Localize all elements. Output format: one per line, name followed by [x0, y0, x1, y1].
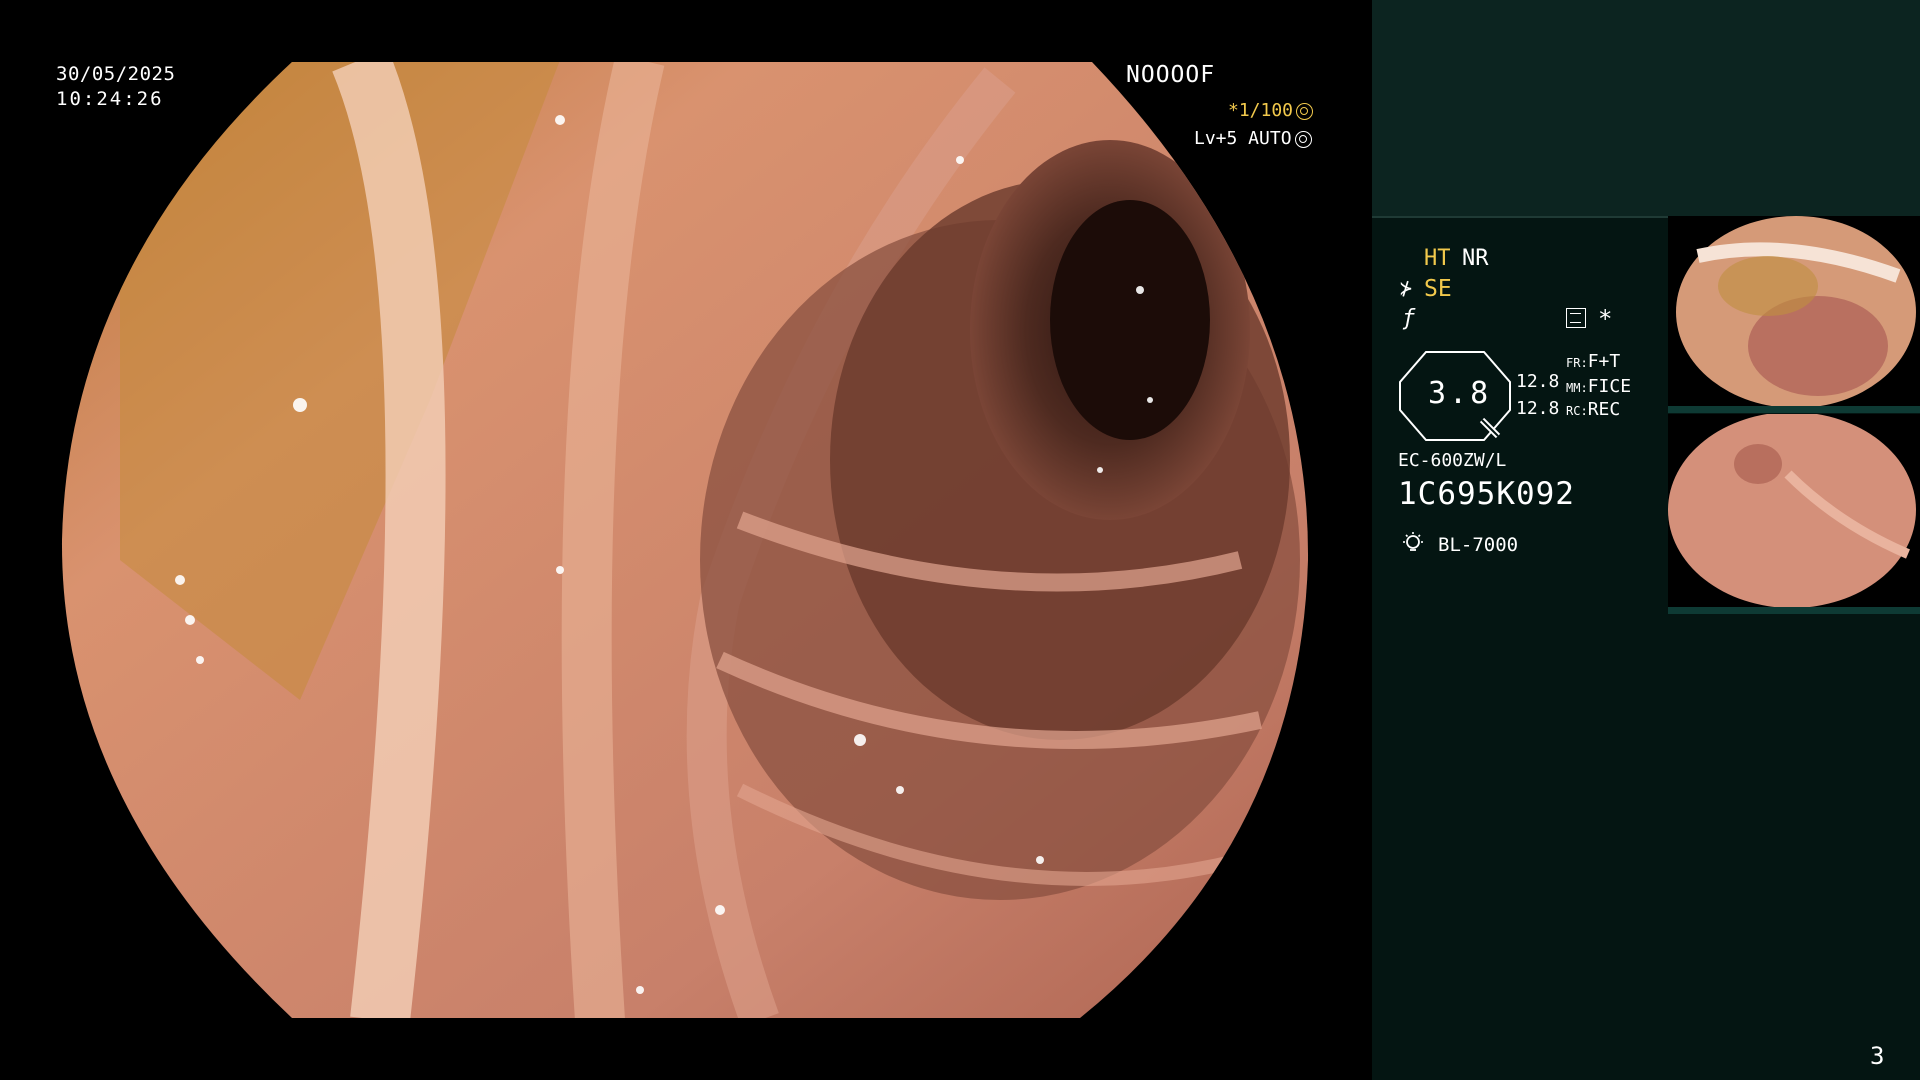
- mode-ht-label: HT: [1424, 246, 1451, 271]
- date-text: 30/05/2025: [56, 63, 176, 85]
- se-mode-icon: ⊁: [1400, 276, 1413, 300]
- thumbnail-bar-1: [1668, 406, 1920, 413]
- info-panel: HT NR ⊁ SE ƒ * 3.8 12.8 12.8 FR:F+T MM:F…: [1372, 0, 1920, 1080]
- mode-se-label: SE: [1424, 276, 1452, 302]
- rc-label: RC:: [1566, 404, 1588, 418]
- f-mode-icon: ƒ: [1402, 306, 1416, 331]
- mm-value: 12.8: [1516, 398, 1560, 419]
- capture-thumbnail-2[interactable]: [1668, 414, 1920, 614]
- endoscopic-image: [61, 62, 1309, 1018]
- exposure-icon: [1294, 130, 1312, 148]
- shutter-speed-text: *1/100: [1228, 100, 1294, 121]
- brightness-level: Lv+5 AUTO: [1194, 128, 1312, 149]
- grid-icon: [1566, 308, 1586, 328]
- mm-label: MM:: [1566, 381, 1588, 395]
- thumbnail-bar-2: [1668, 607, 1920, 614]
- scope-serial: 1C695K092: [1398, 476, 1575, 512]
- patient-id: NOOOOF: [1126, 62, 1216, 88]
- light-bulb-icon: [1403, 532, 1423, 551]
- fr-value: 12.8: [1516, 371, 1560, 392]
- mm-text: FICE: [1587, 376, 1632, 397]
- rc-text: REC: [1587, 399, 1621, 420]
- mm-setting: MM:FICE: [1566, 376, 1631, 397]
- scope-model: EC-600ZW/L: [1398, 450, 1507, 471]
- thumbnail-image-2: [1668, 414, 1916, 607]
- exposure-icon: [1296, 102, 1314, 120]
- endoscope-viewport: 30/05/2025 10:24:26 NOOOOF *1/100 Lv+5 A…: [0, 0, 1372, 1080]
- page-number: 3: [1870, 1042, 1885, 1070]
- panel-header-block: [1372, 0, 1920, 216]
- fr-label: FR:: [1566, 356, 1588, 370]
- capture-thumbnail-1[interactable]: [1668, 216, 1920, 406]
- rc-setting: RC:REC: [1566, 399, 1620, 420]
- thumbnail-image-1: [1676, 216, 1916, 406]
- zoom-value: 3.8: [1428, 376, 1492, 411]
- fr-text: F+T: [1587, 351, 1621, 372]
- fr-setting: FR:F+T: [1566, 351, 1620, 372]
- time-text: 10:24:26: [56, 88, 164, 110]
- light-source: BL-7000: [1438, 534, 1519, 556]
- mode-nr-label: NR: [1462, 246, 1489, 271]
- shutter-speed: *1/100: [1228, 100, 1314, 121]
- brightness-level-text: Lv+5 AUTO: [1194, 128, 1292, 149]
- star-icon: *: [1598, 305, 1613, 333]
